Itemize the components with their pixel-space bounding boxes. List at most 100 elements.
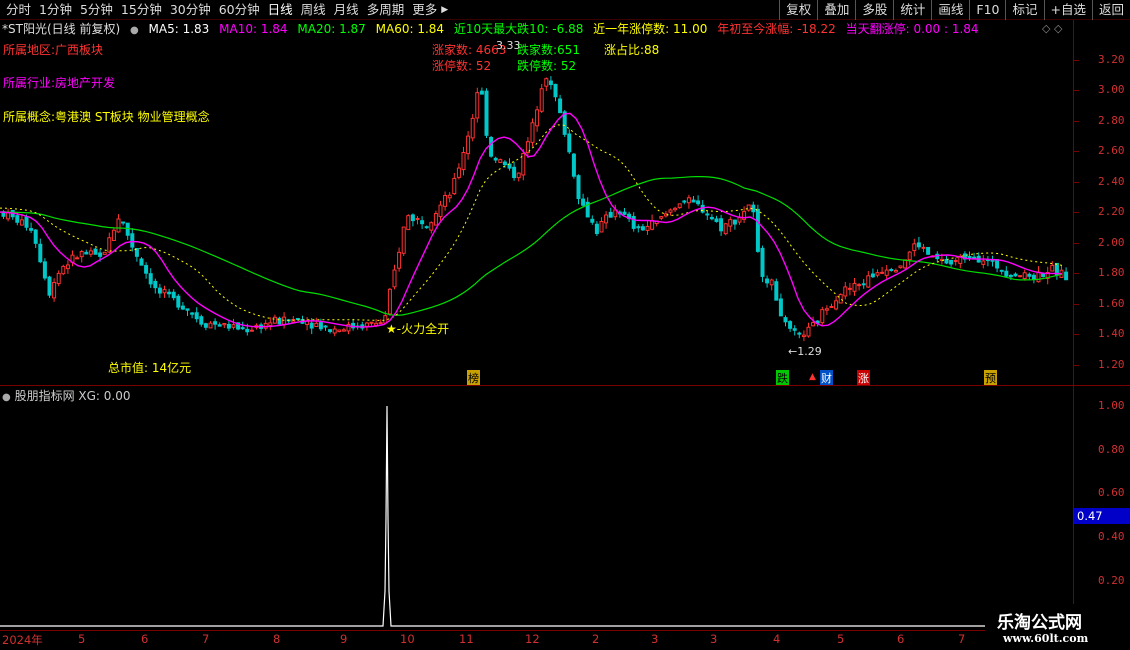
tab-1min[interactable]: 1分钟 <box>35 1 76 19</box>
watermark-logo: 乐淘公式网 www.60lt.com <box>985 604 1130 650</box>
candle-body <box>567 133 572 153</box>
more-arrow-icon[interactable]: ▶ <box>441 1 448 19</box>
tab-30min[interactable]: 30分钟 <box>166 1 215 19</box>
candle-body <box>341 329 346 332</box>
candle-body <box>309 322 314 329</box>
candle-body <box>226 323 231 329</box>
candle-body <box>222 322 227 326</box>
candle-body <box>38 243 43 263</box>
month-label: 2024年 <box>2 633 43 647</box>
candle-body <box>714 218 719 222</box>
candle-body <box>599 220 604 233</box>
candle-body <box>447 194 452 199</box>
price-tick: 1.60 <box>1098 297 1125 310</box>
tab-15min[interactable]: 15分钟 <box>117 1 166 19</box>
ma10-line <box>0 112 1063 328</box>
period-tabs: 分时 1分钟 5分钟 15分钟 30分钟 60分钟 日线 周线 月线 多周期 更… <box>2 1 448 19</box>
tab-multi-period[interactable]: 多周期 <box>363 1 409 19</box>
candle-body <box>783 317 788 323</box>
price-tick: 2.40 <box>1098 175 1125 188</box>
candle-body <box>530 122 535 143</box>
candles <box>1 76 1069 342</box>
indicator-tick: 0.60 <box>1098 486 1125 499</box>
candle-body <box>1004 270 1009 277</box>
candle-body <box>903 259 908 269</box>
candle-body <box>79 250 84 258</box>
back-button[interactable]: 返回 <box>1091 0 1130 20</box>
candle-body <box>171 291 176 299</box>
candle-body <box>369 321 374 324</box>
candle-body <box>765 278 770 284</box>
f10-button[interactable]: F10 <box>969 0 1005 20</box>
candle-body <box>999 269 1004 272</box>
tab-monthly[interactable]: 月线 <box>330 1 363 19</box>
candle-body <box>1022 272 1027 279</box>
tab-weekly[interactable]: 周线 <box>297 1 330 19</box>
candle-body <box>852 283 857 292</box>
adjust-button[interactable]: 复权 <box>779 0 817 20</box>
candle-body <box>806 326 811 337</box>
candle-body <box>544 78 549 87</box>
multi-stock-button[interactable]: 多股 <box>855 0 893 20</box>
candle-body <box>774 281 779 301</box>
draw-line-button[interactable]: 画线 <box>931 0 969 20</box>
candle-body <box>452 177 457 195</box>
current-value-box: 0.47 <box>1074 508 1130 524</box>
candle-body <box>824 308 829 311</box>
candle-body <box>737 217 742 223</box>
candle-body <box>484 90 489 136</box>
mark-button[interactable]: 标记 <box>1005 0 1043 20</box>
price-tick: 1.40 <box>1098 327 1125 340</box>
candle-body <box>61 265 66 275</box>
tab-5min[interactable]: 5分钟 <box>76 1 117 19</box>
month-label: 10 <box>400 632 415 646</box>
month-label: 7 <box>202 632 210 646</box>
candle-body <box>282 316 287 326</box>
candle-body <box>208 322 213 329</box>
price-tick: 2.00 <box>1098 236 1125 249</box>
candle-body <box>668 209 673 213</box>
candle-body <box>153 280 158 289</box>
candle-body <box>456 167 461 178</box>
candle-body <box>33 229 38 244</box>
statistics-button[interactable]: 统计 <box>893 0 931 20</box>
price-tick: 2.20 <box>1098 205 1125 218</box>
candle-body <box>217 324 222 327</box>
month-label: 3 <box>651 632 659 646</box>
tab-more[interactable]: 更多 <box>408 1 441 19</box>
candle-body <box>1013 273 1018 277</box>
candle-body <box>314 322 319 328</box>
candle-body <box>893 269 898 273</box>
month-label: 4 <box>773 632 781 646</box>
candle-body <box>990 259 995 262</box>
tab-60min[interactable]: 60分钟 <box>215 1 264 19</box>
candle-body <box>498 159 503 163</box>
ma60-line <box>0 176 1063 316</box>
candle-body <box>829 305 834 308</box>
price-tick: 1.20 <box>1098 358 1125 371</box>
overlay-button[interactable]: 叠加 <box>817 0 855 20</box>
candle-body <box>916 242 921 248</box>
tab-daily[interactable]: 日线 <box>264 1 297 19</box>
price-tick: 3.20 <box>1098 53 1125 66</box>
candle-body <box>801 334 806 338</box>
candle-body <box>719 218 724 232</box>
candle-body <box>1018 275 1023 278</box>
candle-body <box>249 329 254 332</box>
candle-body <box>410 214 415 222</box>
candle-body <box>847 287 852 290</box>
candle-body <box>907 251 912 261</box>
month-label: 6 <box>141 632 149 646</box>
candle-body <box>162 289 167 294</box>
candle-body <box>93 248 98 255</box>
candle-body <box>838 294 843 304</box>
candle-body <box>502 161 507 166</box>
candle-body <box>272 316 277 324</box>
candle-body <box>392 269 397 288</box>
candle-body <box>1008 274 1013 278</box>
candlestick-chart[interactable] <box>0 20 1073 385</box>
add-watchlist-button[interactable]: +自选 <box>1043 0 1092 20</box>
candle-body <box>696 200 701 205</box>
tab-intraday[interactable]: 分时 <box>2 1 35 19</box>
indicator-chart[interactable] <box>0 386 1073 630</box>
